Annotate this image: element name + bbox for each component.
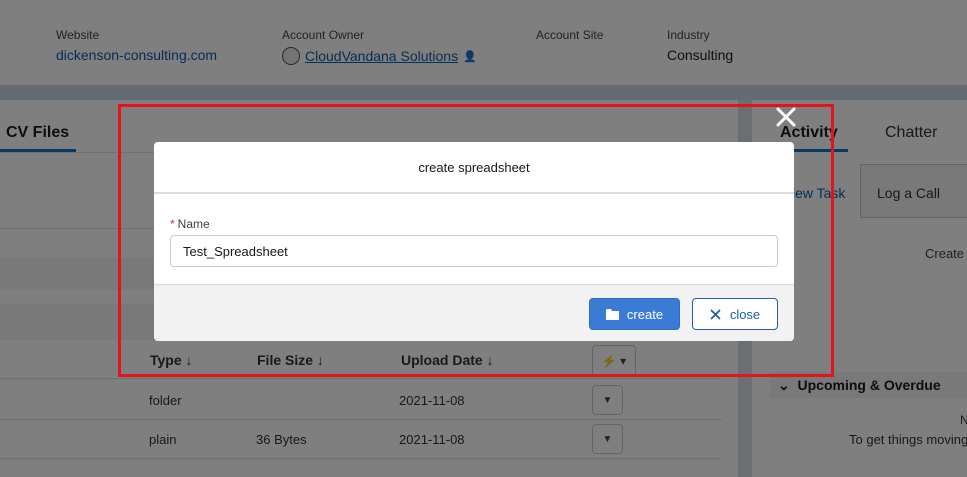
- annotation-highlight-box: [118, 104, 834, 377]
